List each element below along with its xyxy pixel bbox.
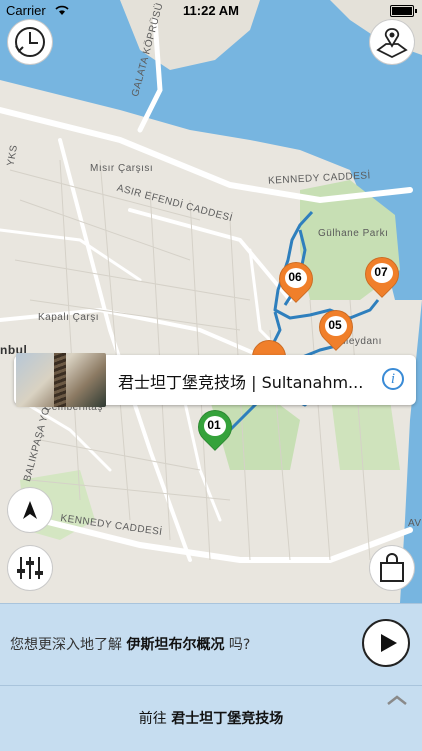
navigate-prefix: 前往 [138,711,167,727]
learn-more-panel: 您想更深入地了解 伊斯坦布尔概况 吗? [0,603,422,686]
shopping-bag-icon [380,553,404,582]
info-icon[interactable]: i [382,368,404,390]
prompt-topic[interactable]: 伊斯坦布尔概况 [126,637,224,653]
pin-number: 05 [328,318,342,332]
poi-card[interactable]: 君士坦丁堡竞技场 | Sultanahm... i [14,353,416,407]
label-gulhane: Gülhane Parkı [318,228,389,239]
clock: 11:22 AM [183,3,239,18]
filter-button[interactable] [8,546,52,590]
pin-number: 06 [288,270,302,284]
play-button[interactable] [362,619,410,667]
tour-stop-pin-06[interactable]: 06 [271,254,321,306]
map-view[interactable]: KENNEDY CADDESİ GALATA KÖPRÜSÜ Mısır Çar… [0,0,422,603]
prompt-suffix: 吗? [228,637,251,653]
battery-icon [390,5,417,17]
prompt-prefix: 您想更深入地了解 [10,637,122,653]
navigate-destination: 君士坦丁堡竞技场 [171,711,284,727]
poi-title: 君士坦丁堡竞技场 | Sultanahm... [118,373,364,392]
map-pins-icon [376,28,408,59]
label-misir-carsisi: Mısır Çarşısı [90,163,154,174]
pin-number: 07 [374,265,388,279]
location-arrow-icon [23,501,37,519]
navigate-panel[interactable]: 前往 君士坦丁堡竞技场 [0,685,422,751]
label-av: AV [408,518,422,529]
poi-thumbnail [16,353,106,407]
chevron-up-icon[interactable] [386,694,408,706]
label-kapali-carsi: Kapalı Çarşı [38,312,100,323]
tour-stop-pin-05[interactable]: 05 [311,302,361,354]
pin-number: 01 [207,418,221,432]
tour-stop-pin-07[interactable]: 07 [357,249,407,301]
history-button[interactable] [8,20,52,64]
shop-button[interactable] [370,546,414,590]
learn-more-prompt: 您想更深入地了解 伊斯坦布尔概况 吗? [10,634,250,654]
status-bar: Carrier 11:22 AM [0,0,422,22]
navigate-label[interactable]: 前往 君士坦丁堡竞技场 [0,708,422,728]
sliders-icon [17,557,43,579]
locate-me-button[interactable] [8,488,52,532]
tour-stop-pin-01[interactable]: 01 [190,402,240,454]
map-pins-button[interactable] [370,20,414,64]
clock-history-icon [15,27,45,57]
